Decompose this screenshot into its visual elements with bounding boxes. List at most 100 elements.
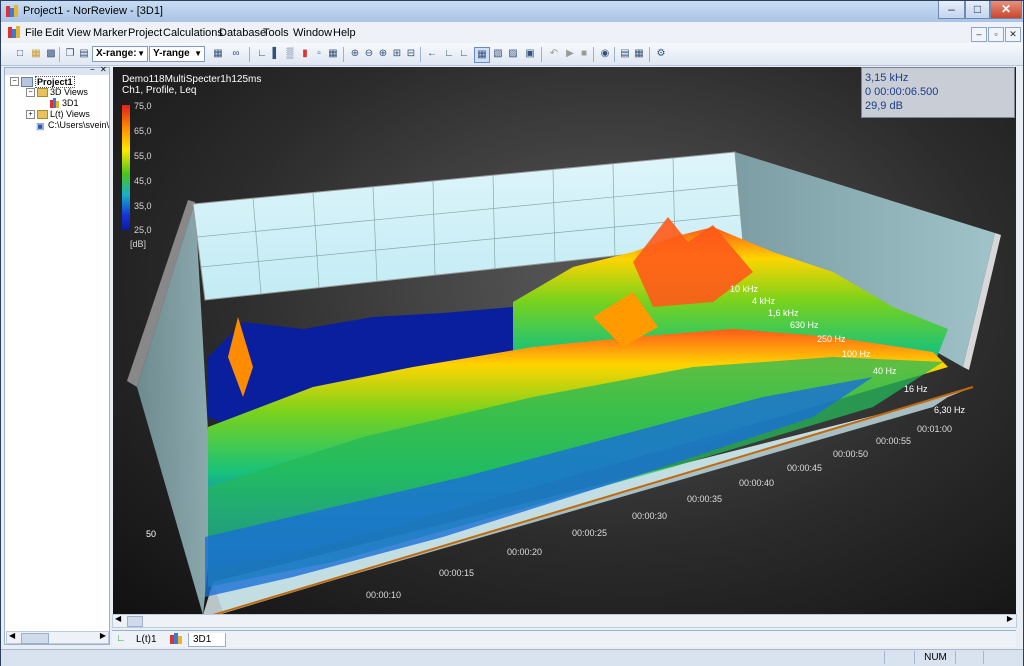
tab-3d1[interactable]: 3D1 xyxy=(188,633,227,647)
save-icon[interactable]: ▩ xyxy=(44,47,58,61)
grid-icon[interactable]: ▦ xyxy=(326,47,340,61)
3d-view-icon xyxy=(170,633,182,644)
scroll-thumb[interactable] xyxy=(21,633,49,644)
menu-project[interactable]: Project xyxy=(128,27,162,39)
3d-chart-icon[interactable]: ▮ xyxy=(298,47,312,61)
tree-item-lt-views[interactable]: L(t) Views xyxy=(50,109,90,119)
export-icon[interactable]: ▫ xyxy=(312,47,326,61)
close-button[interactable]: ✕ xyxy=(990,1,1022,19)
plot-horizontal-scrollbar[interactable]: ◀ ▶ xyxy=(112,614,1017,628)
layout-icon[interactable]: ▦ xyxy=(474,47,490,63)
3d-spectrum-view[interactable]: Demo118MultiSpecter1h125ms Ch1, Profile,… xyxy=(113,67,1016,614)
panel-close-icon[interactable]: ✕ xyxy=(100,65,107,74)
time-axis-label: 00:00:40 xyxy=(739,478,775,488)
paste-icon[interactable]: ▤ xyxy=(77,47,91,61)
menu-tools[interactable]: Tools xyxy=(263,27,289,39)
time-axis-label: 00:00:10 xyxy=(366,590,402,600)
bar-chart-icon[interactable]: ▌ xyxy=(269,47,283,61)
scroll-left-icon[interactable]: ◀ xyxy=(115,614,121,623)
zoom-fit-icon[interactable]: ⊞ xyxy=(390,47,404,61)
expand-3d-views-icon[interactable]: − xyxy=(26,88,35,97)
scroll-right-icon[interactable]: ▶ xyxy=(100,631,106,640)
project-icon xyxy=(21,77,33,87)
tree-item-3d-views[interactable]: 3D Views xyxy=(50,87,88,97)
freq-axis-label: 630 Hz xyxy=(790,320,819,330)
minimize-icon: – xyxy=(948,2,955,16)
binoculars-icon[interactable]: ◉ xyxy=(598,47,612,61)
colorbar-tick: 65,0 xyxy=(134,126,152,136)
stop-icon[interactable]: ■ xyxy=(577,47,591,61)
split-icon[interactable]: ▧ xyxy=(491,47,505,61)
time-axis-label: 00:01:00 xyxy=(917,424,953,434)
lt-view-icon: ∟ xyxy=(116,633,126,644)
settings-icon[interactable]: ⚙ xyxy=(654,47,668,61)
colorbar-tick: 35,0 xyxy=(134,201,152,211)
panel-icon[interactable]: ▨ xyxy=(506,47,520,61)
close-icon: ✕ xyxy=(1000,2,1012,16)
tree-item-path[interactable]: C:\Users\svein\ xyxy=(48,120,109,130)
mdi-close-button[interactable]: ✕ xyxy=(1005,27,1021,42)
y-range-dropdown[interactable]: Y-range ▼ xyxy=(149,46,205,62)
time-axis-label: 00:00:50 xyxy=(833,449,869,459)
scroll-right-icon[interactable]: ▶ xyxy=(1007,614,1013,623)
freq-axis-label: 1,6 kHz xyxy=(768,308,799,318)
zoom-in-icon[interactable]: ⊕ xyxy=(348,47,362,61)
maximize-button[interactable]: □ xyxy=(965,1,990,19)
channel-info: Ch1, Profile, Leq xyxy=(122,85,197,96)
zoom-out-icon[interactable]: ⊖ xyxy=(362,47,376,61)
camera-icon[interactable]: ▣ xyxy=(523,47,537,61)
minimize-button[interactable]: – xyxy=(938,1,965,19)
panel-pin-icon[interactable]: − xyxy=(90,65,95,74)
new-file-icon[interactable]: □ xyxy=(13,47,27,61)
window-list-icon[interactable]: ▤ xyxy=(618,47,632,61)
menu-marker[interactable]: Marker xyxy=(93,27,127,39)
marker-icon[interactable]: ∟ xyxy=(457,47,471,61)
cursor-icon[interactable]: ← xyxy=(425,47,439,61)
trend-icon[interactable]: ∟ xyxy=(442,47,456,61)
time-axis-label: 00:00:35 xyxy=(687,494,723,504)
menu-view[interactable]: View xyxy=(67,27,91,39)
tab-lt1[interactable]: L(t)1 xyxy=(132,633,161,646)
tree-horizontal-scrollbar[interactable]: ◀ ▶ xyxy=(6,631,109,644)
expand-lt-views-icon[interactable]: + xyxy=(26,110,35,119)
3d-plot-canvas xyxy=(127,151,1001,614)
y-range-label: Y-range xyxy=(153,48,190,59)
expand-project-icon[interactable]: − xyxy=(10,77,19,86)
zoom-all-icon[interactable]: ⊟ xyxy=(404,47,418,61)
tree-item-3d1[interactable]: 3D1 xyxy=(62,98,79,108)
time-axis-label: 00:00:25 xyxy=(572,528,608,538)
table-icon[interactable]: ▦ xyxy=(211,47,225,61)
menu-database[interactable]: Database xyxy=(219,27,266,39)
menu-bar: File Edit View Marker Project Calculatio… xyxy=(1,22,1023,43)
copy-icon[interactable]: ❐ xyxy=(63,47,77,61)
time-axis-label: 00:00:15 xyxy=(439,568,475,578)
scroll-left-icon[interactable]: ◀ xyxy=(9,631,15,640)
menu-window[interactable]: Window xyxy=(293,27,332,39)
freq-axis-label: 16 Hz xyxy=(904,384,928,394)
open-folder-icon[interactable]: ▦ xyxy=(29,47,43,61)
menu-edit[interactable]: Edit xyxy=(45,27,64,39)
link-icon[interactable]: ∞ xyxy=(229,47,243,61)
readout-level: 29,9 dB xyxy=(865,100,903,112)
window-tile-icon[interactable]: ▦ xyxy=(632,47,646,61)
folder-icon xyxy=(37,110,48,119)
measurement-name: Demo118MultiSpecter1h125ms xyxy=(122,74,262,85)
x-range-dropdown[interactable]: X-range: ▼ xyxy=(92,46,148,62)
play-icon[interactable]: ▶ xyxy=(563,47,577,61)
loop-icon[interactable]: ↶ xyxy=(547,47,561,61)
cursor-readout: 3,15 kHz 0 00:00:06.500 29,9 dB xyxy=(861,67,1015,118)
num-lock-indicator: NUM xyxy=(914,651,956,664)
spectrum-icon[interactable]: ▒ xyxy=(283,47,297,61)
mdi-minimize-button[interactable]: – xyxy=(971,27,987,42)
line-chart-icon[interactable]: ∟ xyxy=(255,47,269,61)
zoom-x-icon[interactable]: ⊕ xyxy=(376,47,390,61)
menu-file[interactable]: File xyxy=(25,27,43,39)
menu-help[interactable]: Help xyxy=(333,27,356,39)
title-bar: Project1 - NorReview - [3D1] – □ ✕ xyxy=(1,1,1023,22)
restore-icon: □ xyxy=(973,2,982,16)
scroll-thumb[interactable] xyxy=(127,616,143,627)
freq-axis-label: 6,30 Hz xyxy=(934,405,966,415)
menu-calculations[interactable]: Calculations xyxy=(163,27,223,39)
mdi-restore-button[interactable]: ▫ xyxy=(988,27,1004,42)
document-app-icon[interactable] xyxy=(7,25,21,39)
